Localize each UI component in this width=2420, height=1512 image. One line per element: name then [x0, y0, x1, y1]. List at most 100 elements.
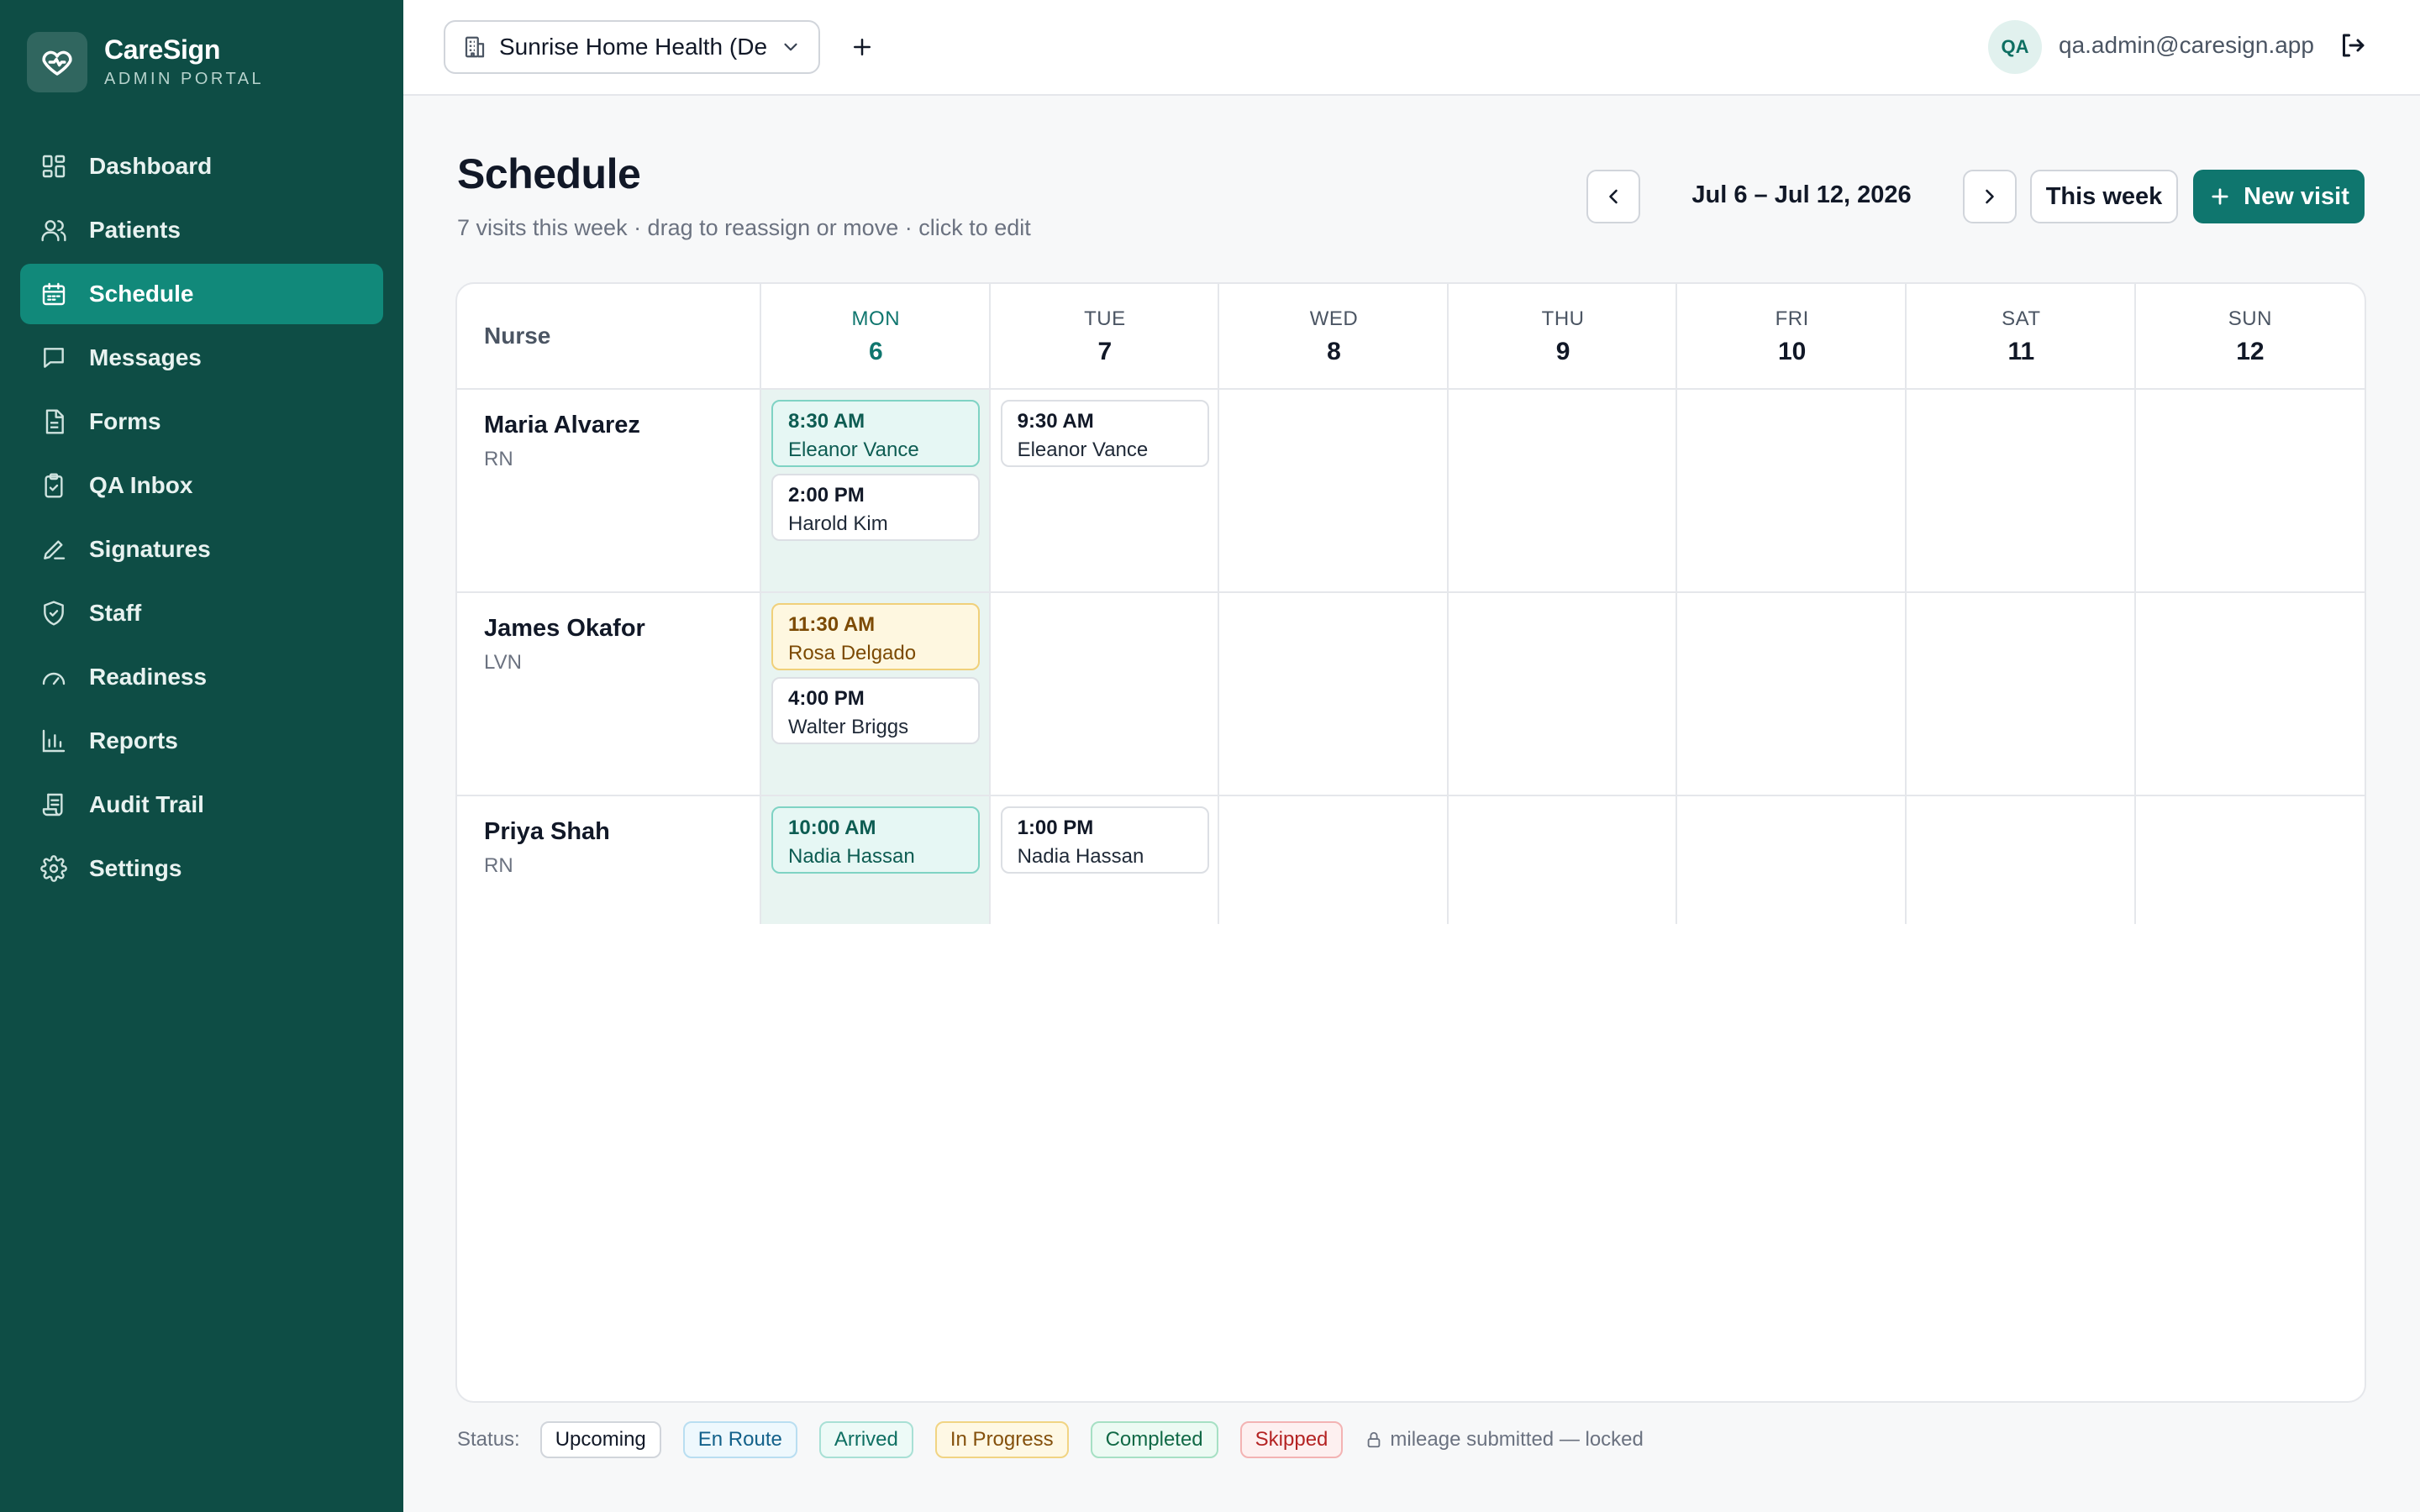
visit-patient: Nadia Hassan [1017, 845, 1144, 868]
day-header[interactable]: TUE 7 [991, 284, 1220, 388]
topbar: Sunrise Home Health (De QA qa.admin@care… [403, 0, 2420, 96]
visit-card[interactable]: 11:30 AM Rosa Delgado [771, 603, 980, 670]
visit-time: 10:00 AM [788, 816, 876, 839]
day-header[interactable]: SAT 11 [1907, 284, 2136, 388]
visit-time: 2:00 PM [788, 484, 865, 507]
week-range: Jul 6 – Jul 12, 2026 [1691, 181, 1912, 208]
sidebar-item-label: Messages [89, 344, 202, 370]
visit-card[interactable]: 1:00 PM Nadia Hassan [1000, 806, 1209, 874]
day-of-week: TUE [1084, 307, 1126, 330]
plus-icon [2212, 188, 2228, 205]
visit-card[interactable]: 9:30 AM Eleanor Vance [1000, 400, 1209, 467]
nurse-cell: Maria Alvarez RN [484, 412, 640, 471]
clipboard-check-icon [45, 473, 63, 498]
page-title: Schedule [457, 150, 641, 197]
sidebar-item-label: Readiness [89, 664, 208, 690]
heart-logo-icon [27, 32, 87, 92]
sidebar-item-signatures[interactable]: Signatures [20, 519, 383, 580]
nurse-role: LVN [484, 651, 522, 674]
status-chip-arrived: Arrived [818, 1421, 913, 1458]
document-icon [45, 409, 64, 434]
visit-patient: Nadia Hassan [788, 845, 915, 868]
organization-select[interactable]: Sunrise Home Health (De [444, 20, 820, 74]
shield-icon [44, 601, 64, 626]
visit-card[interactable]: 10:00 AM Nadia Hassan [771, 806, 980, 874]
building-icon [465, 36, 485, 58]
lock-note-text: mileage submitted — locked [1390, 1428, 1644, 1451]
nurse-cell: James Okafor LVN [484, 615, 645, 675]
sidebar-item-staff[interactable]: Staff [20, 583, 383, 643]
visit-time: 8:30 AM [788, 410, 865, 433]
visit-card[interactable]: 4:00 PM Walter Briggs [771, 677, 980, 744]
sidebar-item-forms[interactable]: Forms [20, 391, 383, 452]
day-of-week: SUN [2228, 307, 2272, 330]
day-of-week: WED [1309, 307, 1359, 330]
day-of-week: THU [1541, 307, 1585, 330]
lock-icon [1368, 1431, 1381, 1448]
visit-patient: Eleanor Vance [788, 438, 919, 461]
gear-icon [40, 855, 67, 882]
sidebar-item-dashboard[interactable]: Dashboard [20, 136, 383, 197]
status-chip-skipped: Skipped [1239, 1421, 1344, 1458]
sidebar-item-readiness[interactable]: Readiness [20, 647, 383, 707]
sidebar-item-reports[interactable]: Reports [20, 711, 383, 771]
brand-name: CareSign [104, 34, 221, 65]
brand-subtitle: ADMIN PORTAL [104, 70, 265, 89]
brand[interactable]: CareSign ADMIN PORTAL [27, 32, 264, 92]
sidebar-item-label: QA Inbox [89, 472, 193, 498]
day-header[interactable]: WED 8 [1219, 284, 1449, 388]
pen-icon [44, 540, 66, 559]
visit-patient: Rosa Delgado [788, 642, 917, 664]
visit-time: 1:00 PM [1017, 816, 1094, 839]
sidebar-item-qa-inbox[interactable]: QA Inbox [20, 455, 383, 516]
day-header[interactable]: FRI 10 [1677, 284, 1907, 388]
nurse-role: RN [484, 854, 513, 877]
sidebar-item-messages[interactable]: Messages [20, 328, 383, 388]
new-visit-label: New visit [2244, 182, 2349, 210]
next-week-button[interactable] [1963, 170, 2017, 223]
this-week-button[interactable]: This week [2030, 170, 2178, 223]
chevron-down-icon [784, 43, 797, 51]
day-header[interactable]: MON 6 [761, 284, 991, 388]
visit-patient: Walter Briggs [788, 716, 909, 738]
sidebar-item-audit-trail[interactable]: Audit Trail [20, 774, 383, 835]
nurse-cell: Priya Shah RN [484, 818, 610, 878]
new-visit-button[interactable]: New visit [2193, 170, 2365, 223]
day-number: 7 [1097, 338, 1113, 365]
legend-label: Status: [457, 1428, 520, 1451]
day-number: 9 [1555, 338, 1570, 365]
day-header[interactable]: SUN 12 [2136, 284, 2365, 388]
nurse-name: Maria Alvarez [484, 412, 640, 438]
logout-button[interactable] [2338, 30, 2371, 64]
status-chip-progress: In Progress [934, 1421, 1069, 1458]
sidebar-item-patients[interactable]: Patients [20, 200, 383, 260]
day-number: 8 [1327, 338, 1341, 365]
page-subtitle: 7 visits this week · drag to reassign or… [457, 215, 1031, 240]
logout-icon [2343, 34, 2365, 57]
status-chip-upcoming: Upcoming [539, 1421, 661, 1458]
nurse-role: RN [484, 448, 513, 470]
sidebar-item-schedule[interactable]: Schedule [20, 264, 383, 324]
add-organization-button[interactable] [842, 27, 882, 67]
sidebar-item-label: Signatures [89, 536, 211, 562]
visit-time: 11:30 AM [788, 613, 876, 636]
visit-patient: Eleanor Vance [1017, 438, 1149, 461]
avatar[interactable]: QA [1988, 20, 2042, 74]
day-header[interactable]: THU 9 [1449, 284, 1678, 388]
message-icon [44, 348, 64, 368]
previous-week-button[interactable] [1586, 170, 1640, 223]
day-number: 11 [2007, 338, 2035, 365]
nurse-name: James Okafor [484, 615, 645, 642]
calendar-icon [42, 282, 66, 306]
lock-note: mileage submitted — locked [1365, 1428, 1644, 1452]
visit-card[interactable]: 8:30 AM Eleanor Vance [771, 400, 980, 467]
day-number: 10 [1778, 338, 1807, 365]
sidebar-item-label: Schedule [89, 281, 194, 307]
sidebar-item-label: Audit Trail [89, 791, 204, 817]
organization-name: Sunrise Home Health (De [499, 34, 768, 60]
sidebar-item-label: Forms [89, 408, 161, 434]
day-number: 12 [2236, 338, 2265, 365]
visit-card[interactable]: 2:00 PM Harold Kim [771, 474, 980, 541]
sidebar-item-settings[interactable]: Settings [20, 838, 383, 899]
status-legend: Status: Upcoming En Route Arrived In Progre… [457, 1421, 1644, 1458]
